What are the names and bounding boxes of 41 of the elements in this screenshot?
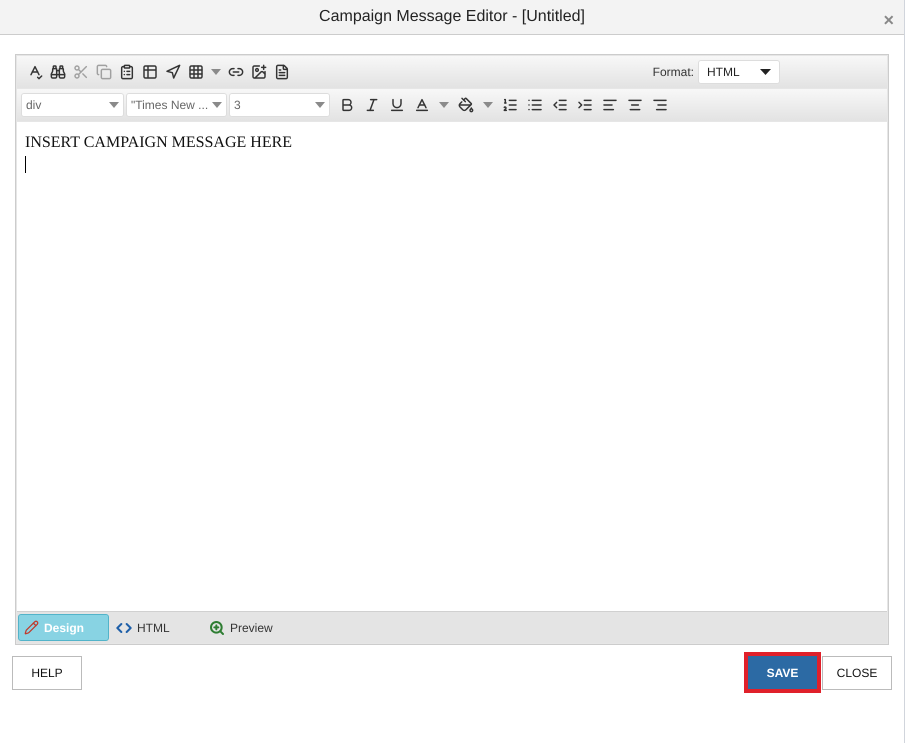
table-icon[interactable] — [188, 64, 204, 80]
mode-tab[interactable]: Preview — [204, 614, 295, 641]
underline-icon[interactable] — [389, 97, 405, 113]
outdent-icon[interactable] — [552, 97, 568, 113]
align-center-icon[interactable] — [627, 97, 643, 113]
align-right-icon[interactable] — [652, 97, 668, 113]
italic-icon[interactable] — [364, 97, 380, 113]
dropdown-caret-icon[interactable] — [212, 102, 222, 108]
save-button[interactable]: SAVE — [744, 652, 821, 693]
editor-text: INSERT CAMPAIGN MESSAGE HERE — [25, 133, 294, 153]
style-select[interactable]: div — [21, 93, 124, 117]
dropdown-caret-icon[interactable] — [439, 102, 449, 108]
dropdown-caret-icon[interactable] — [483, 102, 493, 108]
dialog-button[interactable]: CLOSE — [822, 656, 892, 690]
dropdown-caret-icon[interactable] — [109, 102, 119, 108]
format-select[interactable]: HTML — [698, 60, 780, 84]
dropdown-caret-icon[interactable] — [315, 102, 325, 108]
magnifier-icon — [209, 620, 225, 636]
pencil-icon — [24, 620, 39, 635]
arrow-sign-icon[interactable] — [165, 64, 181, 80]
align-left-icon[interactable] — [602, 97, 618, 113]
text-cursor — [25, 156, 26, 173]
bullet-list-icon[interactable] — [527, 97, 543, 113]
highlight-icon[interactable] — [458, 97, 474, 113]
dialog-button[interactable]: HELP — [12, 656, 82, 690]
numbered-list-icon[interactable] — [502, 97, 518, 113]
style-select[interactable]: 3 — [229, 93, 330, 117]
table-caret-icon[interactable] — [211, 69, 221, 75]
style-select[interactable]: "Times New ... — [126, 93, 227, 117]
mode-tab[interactable]: HTML — [111, 614, 202, 641]
image-icon[interactable] — [251, 64, 267, 80]
format-label: Format: — [652, 64, 694, 81]
editor-area[interactable]: INSERT CAMPAIGN MESSAGE HERE — [17, 122, 887, 611]
template-icon[interactable] — [142, 64, 158, 80]
font-color-icon[interactable] — [414, 97, 430, 113]
binoculars-icon[interactable] — [50, 64, 66, 80]
indent-icon[interactable] — [577, 97, 593, 113]
text-file-icon[interactable] — [274, 64, 290, 80]
window-title: Campaign Message Editor - [Untitled] — [319, 7, 585, 27]
clipboard-icon[interactable] — [119, 64, 135, 80]
dropdown-caret-icon — [760, 69, 771, 75]
